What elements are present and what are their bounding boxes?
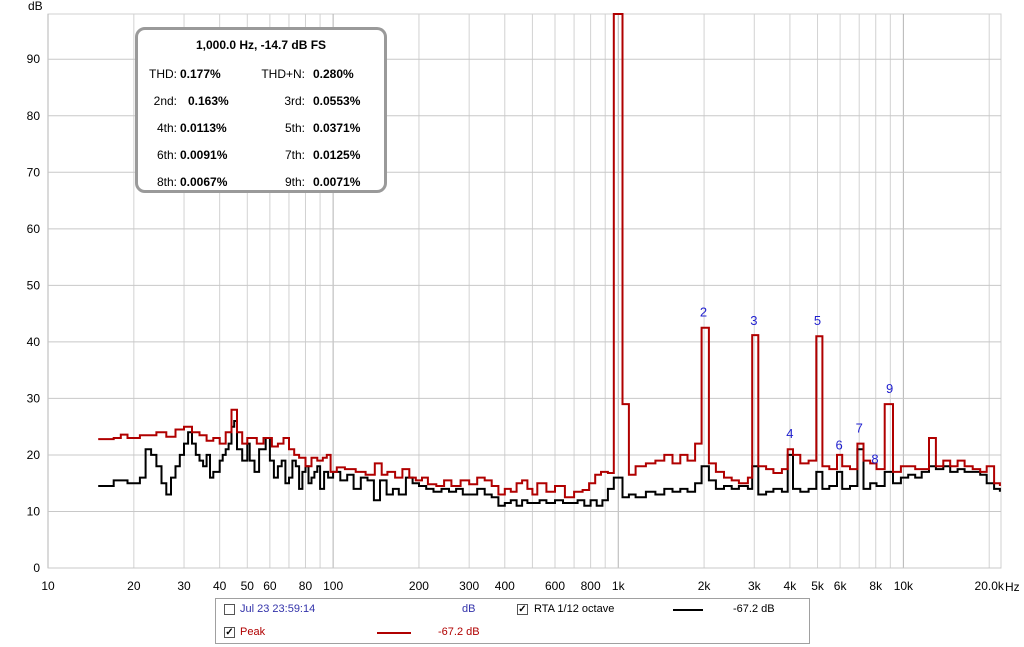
legend-label-jul23: Jul 23 23:59:14: [240, 603, 316, 615]
stat-value: 0.0553%: [313, 94, 361, 108]
harmonic-label: 3: [750, 313, 757, 328]
stat-label: 2nd:: [153, 94, 177, 108]
x-tick-label: 800: [581, 579, 601, 593]
distortion-stats-panel: 1,000.0 Hz, -14.7 dB FS THD: 0.177% THD+…: [135, 27, 387, 193]
x-tick-label: 20.0k: [975, 579, 1005, 593]
stat-row: 2nd: 0.163% 3rd: 0.0553%: [138, 94, 384, 110]
stat-label: 4th:: [156, 121, 177, 135]
x-tick-label: 30: [177, 579, 191, 593]
stat-row: THD: 0.177% THD+N: 0.280%: [138, 67, 384, 83]
x-tick-label: 2k: [698, 579, 712, 593]
stats-title: 1,000.0 Hz, -14.7 dB FS: [195, 38, 327, 52]
y-tick-label: 0: [33, 561, 40, 575]
stat-row: 4th: 0.0113% 5th: 0.0371%: [138, 121, 384, 137]
y-tick-label: 40: [27, 335, 41, 349]
x-tick-label: 10k: [894, 579, 914, 593]
y-tick-label: 70: [27, 165, 41, 179]
x-axis-label: Hz: [1005, 580, 1020, 594]
legend-checkbox-rta[interactable]: ✓: [517, 604, 528, 615]
harmonic-label: 8: [871, 451, 878, 466]
stat-value: 0.0125%: [313, 148, 361, 162]
x-tick-label: 400: [495, 579, 515, 593]
legend-line-rta: [673, 609, 703, 611]
harmonic-label: 9: [886, 381, 893, 396]
x-tick-label: 1k: [612, 579, 626, 593]
x-tick-label: 50: [241, 579, 255, 593]
stat-value: 0.0067%: [180, 175, 228, 189]
x-tick-label: 20: [127, 579, 141, 593]
x-tick-label: 60: [263, 579, 277, 593]
stat-label: 9th:: [284, 175, 305, 189]
x-tick-label: 200: [409, 579, 429, 593]
y-tick-label: 10: [27, 504, 41, 518]
stat-label: 7th:: [284, 148, 305, 162]
y-tick-label: 20: [27, 448, 41, 462]
x-tick-label: 100: [323, 579, 343, 593]
x-tick-label: 3k: [748, 579, 762, 593]
stat-label: THD:: [149, 67, 177, 81]
y-axis-label: dB: [28, 0, 43, 13]
stat-row: 6th: 0.0091% 7th: 0.0125%: [138, 148, 384, 164]
harmonic-label: 6: [835, 437, 842, 452]
x-tick-label: 80: [299, 579, 313, 593]
stat-value: 0.177%: [180, 67, 221, 81]
stat-label: 5th:: [284, 121, 305, 135]
stat-label: 3rd:: [284, 94, 305, 108]
stat-label: 6th:: [156, 148, 177, 162]
legend-label-peak: Peak: [240, 626, 266, 638]
legend-value-rta: -67.2 dB: [733, 603, 775, 615]
stat-value: 0.280%: [313, 67, 354, 81]
stat-value: 0.0091%: [180, 148, 228, 162]
x-tick-label: 40: [213, 579, 227, 593]
stat-row: 8th: 0.0067% 9th: 0.0071%: [138, 175, 384, 191]
legend-value-peak: -67.2 dB: [438, 626, 480, 638]
y-tick-label: 50: [27, 278, 41, 292]
stat-value: 0.0071%: [313, 175, 361, 189]
harmonic-label: 4: [786, 426, 793, 441]
x-tick-label: 10: [41, 579, 55, 593]
legend-panel: Jul 23 23:59:14 dB ✓ RTA 1/12 octave -67…: [215, 598, 810, 644]
legend-checkbox-jul23[interactable]: [224, 604, 235, 615]
legend-checkbox-peak[interactable]: ✓: [224, 627, 235, 638]
x-tick-label: 600: [545, 579, 565, 593]
y-tick-label: 90: [27, 52, 41, 66]
x-tick-label: 5k: [811, 579, 825, 593]
y-tick-label: 80: [27, 109, 41, 123]
x-tick-label: 6k: [834, 579, 848, 593]
harmonic-label: 2: [700, 304, 707, 319]
stat-value: 0.0113%: [180, 121, 227, 135]
stat-label: 8th:: [156, 175, 177, 189]
legend-unit: dB: [462, 603, 476, 615]
x-tick-label: 4k: [784, 579, 798, 593]
x-tick-label: 300: [459, 579, 479, 593]
harmonic-label: 7: [856, 420, 863, 435]
y-tick-label: 30: [27, 391, 41, 405]
stat-value: 0.163%: [188, 94, 229, 108]
harmonic-label: 5: [814, 313, 821, 328]
x-tick-label: 8k: [869, 579, 883, 593]
stat-label: THD+N:: [261, 67, 305, 81]
legend-line-peak: [377, 632, 411, 634]
stat-value: 0.0371%: [313, 121, 361, 135]
y-tick-label: 60: [27, 222, 41, 236]
legend-label-rta: RTA 1/12 octave: [534, 603, 615, 615]
